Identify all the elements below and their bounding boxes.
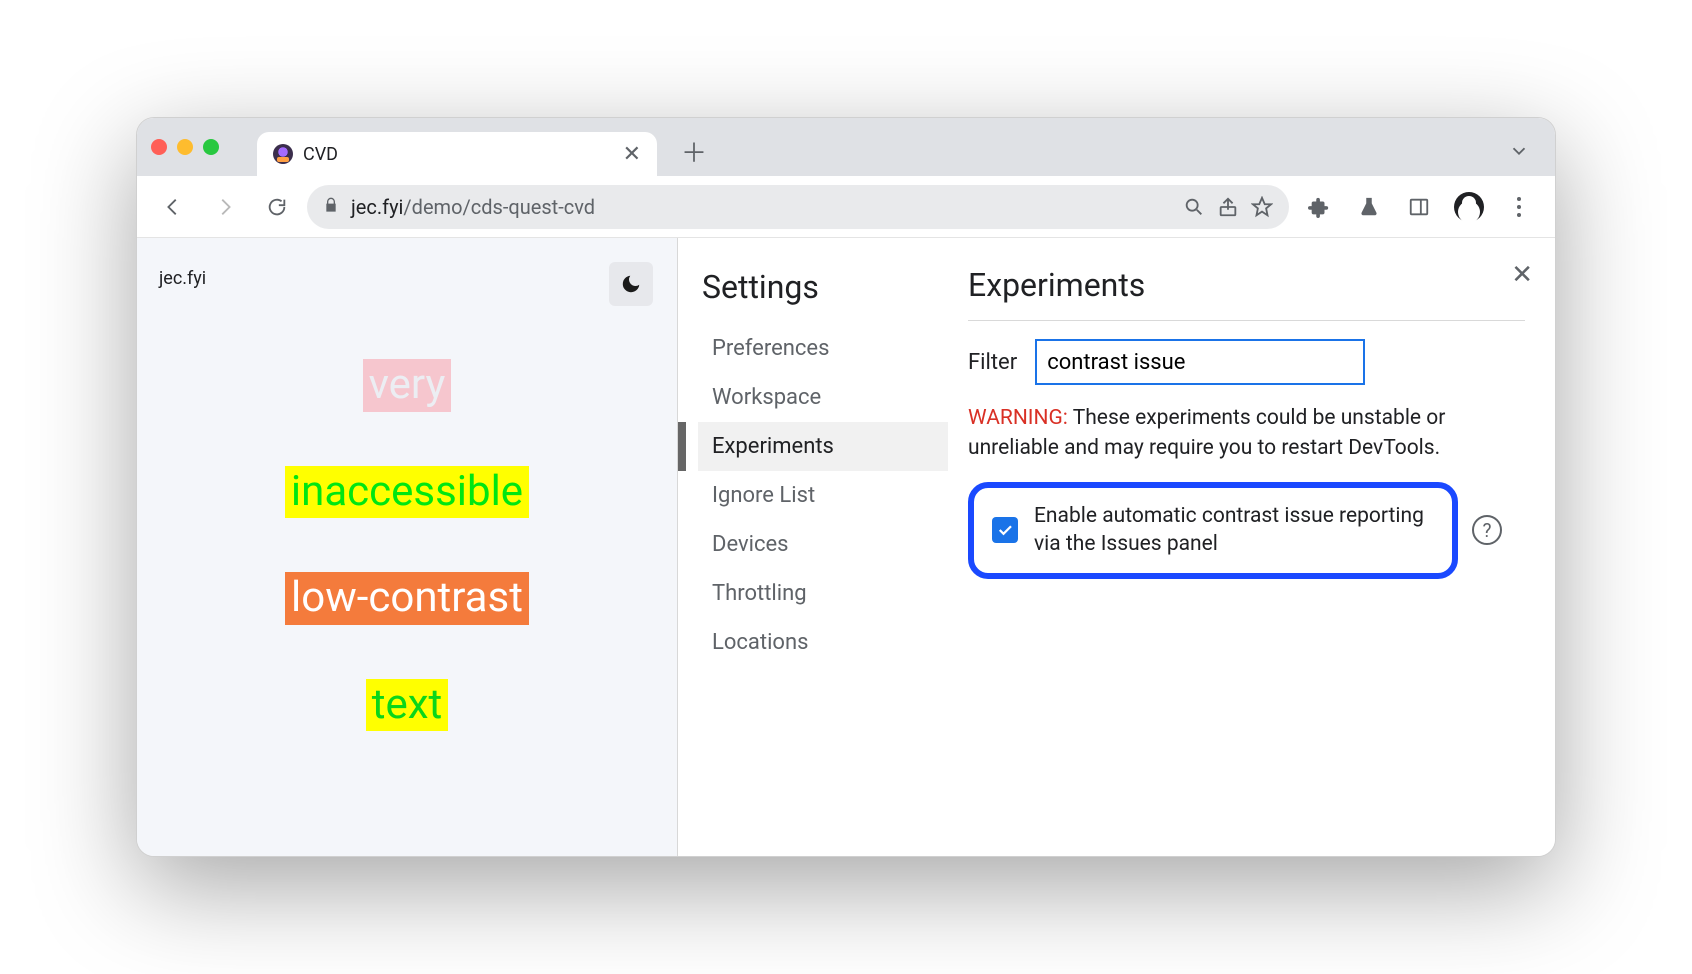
maximize-window-button[interactable] [203, 139, 219, 155]
site-name: jec.fyi [159, 268, 655, 289]
browser-tab[interactable]: CVD ✕ [257, 132, 657, 176]
profile-button[interactable] [1447, 185, 1491, 229]
tab-strip: CVD ✕ ＋ [137, 118, 1555, 176]
menu-button[interactable] [1497, 185, 1541, 229]
divider [968, 320, 1525, 321]
nav-workspace[interactable]: Workspace [698, 373, 948, 422]
bookmark-icon[interactable] [1251, 185, 1273, 229]
filter-input[interactable] [1035, 339, 1365, 385]
dark-mode-toggle[interactable] [609, 262, 653, 306]
minimize-window-button[interactable] [177, 139, 193, 155]
settings-sidebar: Settings Preferences Workspace Experimen… [678, 238, 948, 856]
nav-experiments[interactable]: Experiments [698, 422, 948, 471]
tab-overflow-button[interactable] [1497, 129, 1541, 173]
demo-word: inaccessible [285, 466, 529, 519]
demo-word: text [366, 679, 449, 732]
filter-label: Filter [968, 350, 1017, 375]
warning-text: WARNING: These experiments could be unst… [968, 403, 1525, 464]
nav-locations[interactable]: Locations [698, 618, 948, 667]
panel-title: Experiments [968, 266, 1525, 304]
labs-icon[interactable] [1347, 185, 1391, 229]
address-bar[interactable]: jec.fyi/demo/cds-quest-cvd [307, 185, 1289, 229]
forward-button[interactable] [203, 185, 247, 229]
url-text: jec.fyi/demo/cds-quest-cvd [351, 195, 1171, 219]
close-tab-button[interactable]: ✕ [623, 142, 641, 167]
checkbox-checked-icon[interactable] [992, 517, 1018, 543]
nav-preferences[interactable]: Preferences [698, 324, 948, 373]
share-icon[interactable] [1217, 185, 1239, 229]
help-icon[interactable]: ? [1472, 515, 1502, 545]
settings-panel: Experiments Filter WARNING: These experi… [948, 238, 1555, 856]
close-window-button[interactable] [151, 139, 167, 155]
side-panel-icon[interactable] [1397, 185, 1441, 229]
window-controls [151, 139, 219, 155]
avatar-icon [1454, 192, 1484, 222]
experiment-row[interactable]: Enable automatic contrast issue reportin… [968, 482, 1458, 579]
lock-icon [323, 197, 339, 217]
nav-throttling[interactable]: Throttling [698, 569, 948, 618]
extensions-icon[interactable] [1297, 185, 1341, 229]
back-button[interactable] [151, 185, 195, 229]
settings-heading: Settings [698, 268, 948, 306]
new-tab-button[interactable]: ＋ [681, 133, 707, 170]
reload-button[interactable] [255, 185, 299, 229]
demo-words: very inaccessible low-contrast text [159, 359, 655, 731]
favicon-icon [273, 144, 293, 164]
page-viewport: jec.fyi very inaccessible low-contrast t… [137, 238, 677, 856]
search-icon[interactable] [1183, 185, 1205, 229]
demo-word: very [363, 359, 452, 412]
browser-window: CVD ✕ ＋ jec.fyi/demo/cds-quest-cvd [136, 117, 1556, 857]
tab-title: CVD [303, 144, 613, 165]
demo-word: low-contrast [285, 572, 529, 625]
nav-devices[interactable]: Devices [698, 520, 948, 569]
toolbar: jec.fyi/demo/cds-quest-cvd [137, 176, 1555, 238]
devtools-settings: ✕ Settings Preferences Workspace Experim… [677, 238, 1555, 856]
content-area: jec.fyi very inaccessible low-contrast t… [137, 238, 1555, 856]
nav-ignore-list[interactable]: Ignore List [698, 471, 948, 520]
experiment-label: Enable automatic contrast issue reportin… [1034, 502, 1434, 559]
